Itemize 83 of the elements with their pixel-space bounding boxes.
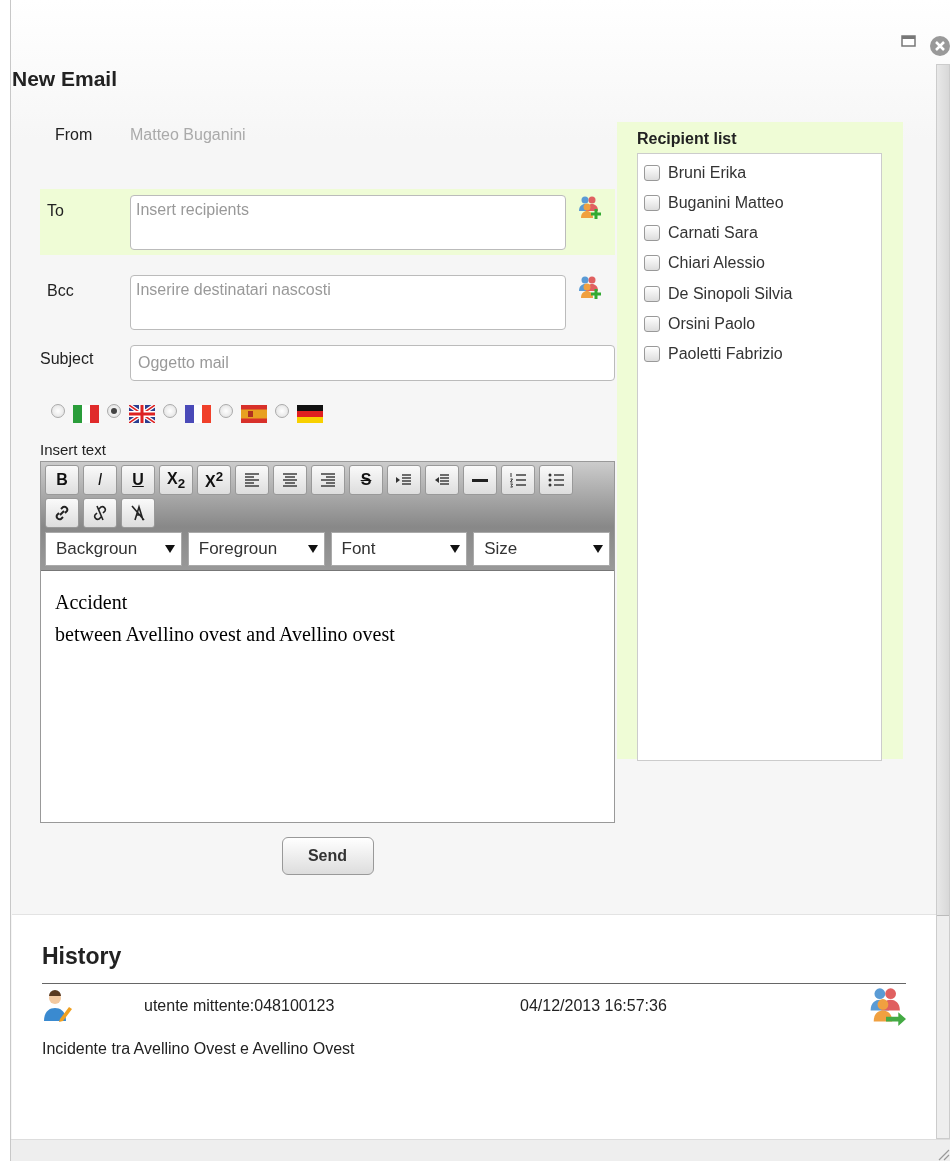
strikethrough-button[interactable]: S: [349, 465, 383, 496]
recipient-name[interactable]: Chiari Alessio: [668, 254, 765, 273]
from-label: From: [54, 126, 94, 146]
editor-dropdown[interactable]: Size: [473, 532, 610, 567]
align-left-button[interactable]: [235, 465, 269, 496]
history-time: 04/12/2013 16:57:36: [520, 997, 668, 1016]
bold-button[interactable]: B: [45, 465, 79, 496]
subject-label: Subject: [40, 350, 95, 369]
recipient-name[interactable]: Orsini Paolo: [668, 315, 756, 334]
recipient-name[interactable]: Carnati Sara: [668, 224, 758, 243]
send-button[interactable]: Send: [281, 837, 374, 876]
bcc-field[interactable]: Inserire destinatari nascosti: [130, 275, 566, 331]
bullet-list-button[interactable]: [539, 465, 573, 496]
italian-flag-icon: [73, 405, 99, 424]
ordered-list-icon: [509, 471, 527, 490]
align-right-icon: [319, 471, 337, 490]
add-recipient-icon[interactable]: [576, 195, 602, 222]
language-radio[interactable]: [51, 404, 65, 419]
rule-button[interactable]: [463, 465, 497, 496]
recipient-checkbox[interactable]: [644, 285, 660, 302]
window-title: New Email: [12, 67, 119, 93]
recipient-list-title: Recipient list: [637, 130, 738, 149]
caret-icon: [593, 545, 603, 554]
to-label: To: [46, 201, 65, 221]
align-left-icon: [243, 471, 261, 490]
language-radio[interactable]: [163, 404, 177, 419]
unlink-icon: [91, 504, 109, 523]
underline-button[interactable]: U: [121, 465, 155, 496]
to-field[interactable]: Insert recipients: [130, 195, 566, 251]
superscript-button[interactable]: X$^{2}$: [197, 465, 231, 496]
subject-field[interactable]: Oggetto mail: [130, 345, 615, 382]
editor-text-line: Accident: [55, 590, 129, 616]
recipient-name[interactable]: De Sinopoli Silvia: [668, 284, 793, 303]
recipient-name[interactable]: Buganini Matteo: [668, 193, 784, 212]
editor-dropdown[interactable]: Font: [330, 532, 468, 567]
text-editor[interactable]: B I U X$_{2}$ X$^{2}$ S Backgroun Foregroun Font Size Accident between Avellino ovest and Avellino ovest: [40, 461, 615, 824]
recipient-checkbox[interactable]: [644, 225, 660, 242]
link-icon: [53, 504, 71, 523]
from-value: Matteo Buganini: [130, 126, 246, 146]
caret-icon: [164, 545, 175, 554]
unlink-button[interactable]: [83, 498, 117, 529]
close-icon[interactable]: [928, 35, 950, 57]
history-message: Incidente tra Avellino Ovest e Avellino Ovest: [42, 1040, 356, 1059]
subscript-button[interactable]: X$_{2}$: [159, 465, 193, 496]
history-title: History: [42, 943, 906, 985]
outdent-button[interactable]: [425, 465, 459, 496]
recipient-checkbox[interactable]: [644, 255, 660, 272]
align-right-button[interactable]: [311, 465, 345, 496]
recipient-checkbox[interactable]: [644, 316, 660, 333]
language-radio[interactable]: [219, 404, 233, 419]
ordered-list-button[interactable]: [501, 465, 535, 496]
editor-text-line: between Avellino ovest and Avellino ovest: [55, 622, 396, 648]
minimize-icon[interactable]: [901, 35, 916, 47]
spanish-flag-icon: [241, 405, 267, 424]
clear-format-icon: [129, 504, 147, 523]
resize-grip-icon[interactable]: [936, 1147, 950, 1161]
scrollbar-thumb[interactable]: [937, 65, 949, 917]
user-edit-icon: [42, 989, 74, 1024]
french-flag-icon: [185, 405, 211, 424]
indent-button[interactable]: [387, 465, 421, 496]
align-center-button[interactable]: [273, 465, 307, 496]
recipient-name[interactable]: Bruni Erika: [668, 163, 747, 182]
editor-dropdown[interactable]: Backgroun: [45, 532, 182, 567]
caret-icon: [307, 545, 318, 554]
bcc-label: Bcc: [46, 281, 75, 301]
english-flag-icon: [129, 405, 155, 424]
caret-icon: [450, 545, 461, 554]
german-flag-icon: [297, 405, 323, 424]
editor-dropdown[interactable]: Foregroun: [187, 532, 325, 567]
language-radio[interactable]: [107, 404, 121, 419]
align-center-icon: [281, 471, 299, 490]
recipient-name[interactable]: Paoletti Fabrizio: [668, 345, 783, 364]
italic-button[interactable]: I: [83, 465, 117, 496]
recipient-checkbox[interactable]: [644, 346, 660, 363]
add-recipient-icon[interactable]: [576, 275, 602, 302]
insert-text-label: Insert text: [40, 441, 107, 460]
clear-format-button[interactable]: [121, 498, 155, 529]
recipient-checkbox[interactable]: [644, 194, 660, 211]
recipient-checkbox[interactable]: [644, 164, 660, 181]
language-radio[interactable]: [275, 404, 289, 419]
link-button[interactable]: [45, 498, 79, 529]
scrollbar[interactable]: [936, 64, 950, 1140]
history-sender: utente mittente:048100123: [144, 997, 336, 1016]
